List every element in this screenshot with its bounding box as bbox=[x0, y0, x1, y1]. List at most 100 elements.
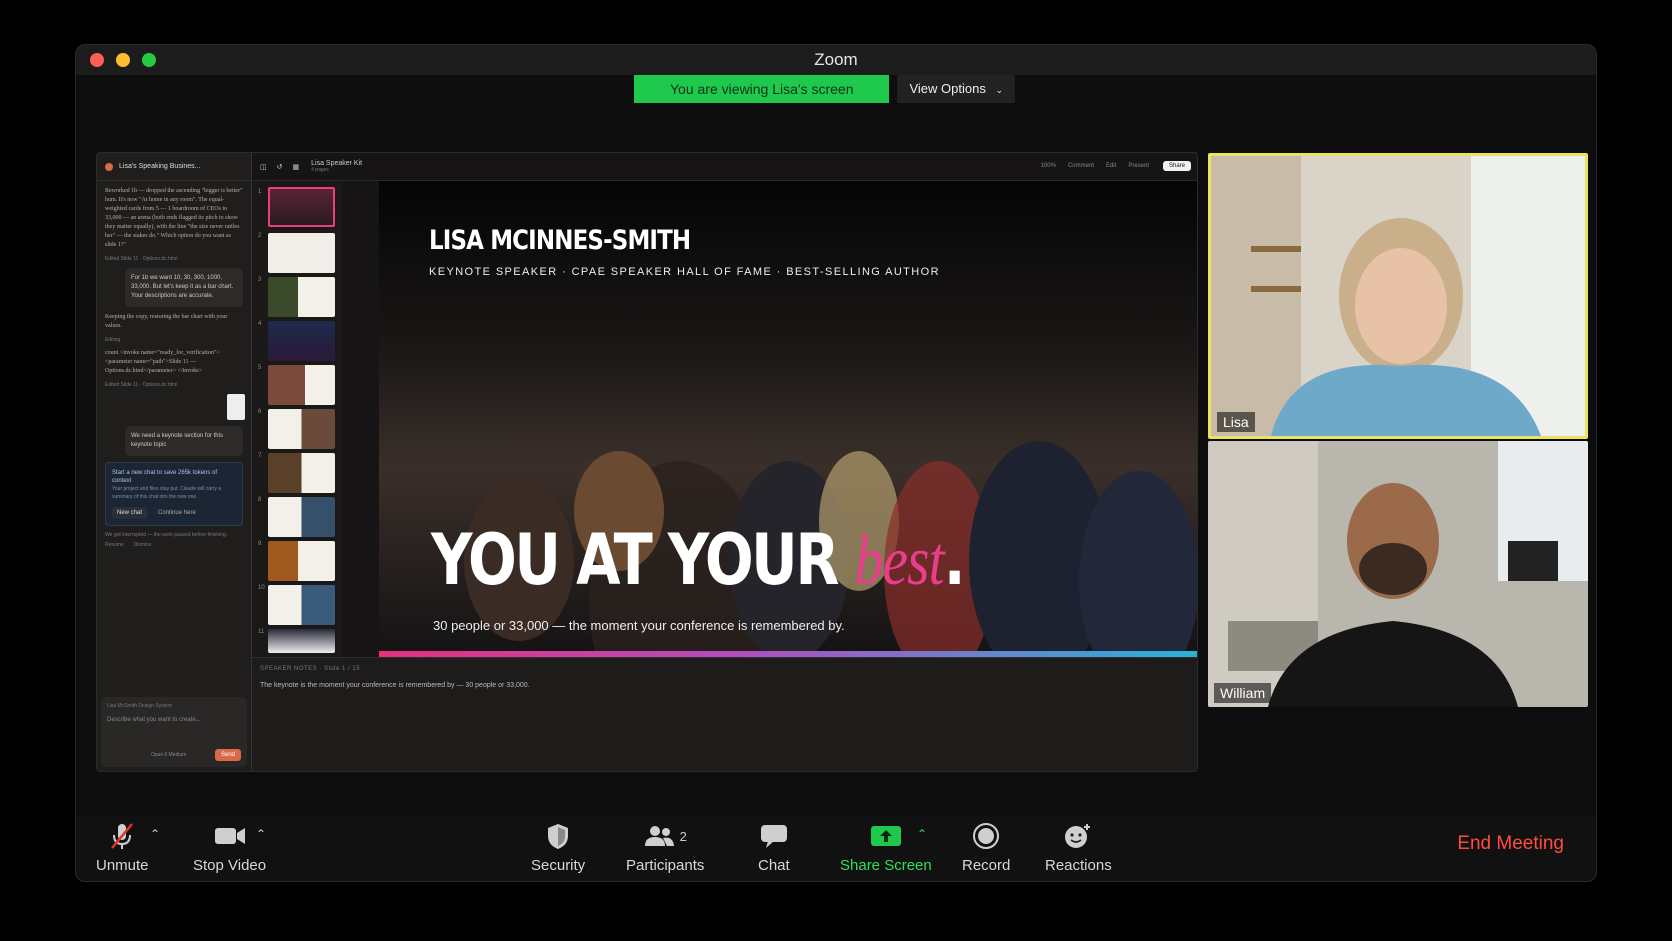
close-window-button[interactable] bbox=[90, 53, 104, 67]
audio-options-caret-icon[interactable]: ⌃ bbox=[150, 827, 160, 841]
participant-name-lisa: Lisa bbox=[1217, 412, 1255, 432]
chat-input-placeholder[interactable]: Describe what you want to create... bbox=[107, 717, 241, 723]
shield-icon bbox=[546, 821, 570, 851]
share-options-caret-icon[interactable]: ⌃ bbox=[917, 827, 927, 841]
edit-meta: Edited Slide 11 · Options.dc.html bbox=[105, 256, 178, 262]
new-chat-button[interactable]: New chat bbox=[112, 507, 148, 519]
thumb-number: 8 bbox=[258, 497, 262, 503]
participants-label: Participants bbox=[626, 857, 705, 874]
chevron-down-icon: ⌄ bbox=[995, 85, 1004, 95]
thumb-number: 5 bbox=[258, 365, 262, 371]
chat-button[interactable]: Chat bbox=[758, 821, 790, 874]
end-meeting-button[interactable]: End Meeting bbox=[1457, 833, 1564, 855]
record-label: Record bbox=[962, 857, 1011, 874]
editing-status: Editing bbox=[105, 337, 121, 343]
minimize-window-button[interactable] bbox=[116, 53, 130, 67]
window-controls bbox=[90, 53, 156, 67]
slide-headline: YOU AT YOUR best. bbox=[431, 519, 966, 602]
zoom-window: Zoom You are viewing Lisa's screen View … bbox=[75, 44, 1597, 882]
share-screen-label: Share Screen bbox=[840, 857, 932, 874]
maximize-window-button[interactable] bbox=[142, 53, 156, 67]
thumb-number: 6 bbox=[258, 409, 262, 415]
security-label: Security bbox=[531, 857, 586, 874]
thumb-number: 11 bbox=[258, 629, 265, 635]
participants-button[interactable]: 2 Participants bbox=[626, 821, 704, 874]
microphone-muted-icon bbox=[109, 821, 135, 851]
chat-label: Chat bbox=[758, 857, 790, 874]
stop-video-label: Stop Video bbox=[193, 857, 267, 874]
editor-toolbar: ◫ ↺ ▦ Lisa Speaker Kit 4 pages 100% Comm… bbox=[252, 153, 1197, 181]
share-button[interactable]: Share bbox=[1162, 161, 1191, 171]
title-bar: Zoom bbox=[76, 45, 1596, 75]
new-chat-notice: Start a new chat to save 265k tokens of … bbox=[105, 462, 243, 526]
slide-caption: 30 people or 33,000 — the moment your co… bbox=[433, 618, 845, 633]
unmute-label: Unmute bbox=[96, 857, 149, 874]
slide-thumbnail[interactable] bbox=[268, 629, 335, 653]
chat-bubble-icon bbox=[760, 821, 788, 851]
slide-thumbnail[interactable] bbox=[268, 365, 335, 405]
continue-here-button[interactable]: Continue here bbox=[153, 507, 201, 519]
document-title: Lisa Speaker Kit bbox=[311, 160, 363, 167]
thumb-number: 1 bbox=[258, 189, 262, 195]
undo-icon[interactable]: ↺ bbox=[277, 163, 283, 171]
view-options-label: View Options bbox=[909, 81, 986, 96]
claude-logo-icon bbox=[105, 162, 113, 171]
slide-thumbnail[interactable] bbox=[268, 233, 335, 273]
model-selector[interactable]: Opus 6 Medium bbox=[151, 752, 186, 758]
present-button[interactable]: Present bbox=[1128, 163, 1149, 169]
screen-share-banner: You are viewing Lisa's screen View Optio… bbox=[634, 75, 1016, 103]
record-button[interactable]: Record bbox=[962, 821, 1010, 874]
slide-thumbnail[interactable] bbox=[268, 541, 335, 581]
shared-screen[interactable]: Lisa's Speaking Busines... Reworked 1b —… bbox=[96, 152, 1198, 772]
slide-thumbnail[interactable] bbox=[268, 453, 335, 493]
speaker-notes[interactable]: SPEAKER NOTES · Slide 1 / 15 The keynote… bbox=[252, 657, 1197, 771]
thumb-number: 4 bbox=[258, 321, 262, 327]
reactions-button[interactable]: Reactions bbox=[1045, 821, 1112, 874]
grid-icon[interactable]: ▦ bbox=[293, 163, 300, 171]
headline-period: . bbox=[943, 519, 966, 601]
send-button[interactable]: Send bbox=[214, 749, 241, 761]
resume-button[interactable]: Resume bbox=[105, 542, 124, 548]
video-tile-lisa[interactable]: Lisa bbox=[1208, 153, 1588, 439]
assistant-message: Reworked 1b — dropped the ascending "big… bbox=[105, 188, 243, 248]
reactions-label: Reactions bbox=[1045, 857, 1112, 874]
security-button[interactable]: Security bbox=[531, 821, 585, 874]
video-camera-icon bbox=[214, 821, 246, 851]
user-message: We need a keynote section for this keyno… bbox=[125, 426, 243, 456]
slide-thumbnail[interactable] bbox=[268, 187, 335, 227]
edit-button[interactable]: Edit bbox=[1106, 163, 1116, 169]
participants-icon: 2 bbox=[644, 821, 687, 851]
slide-thumbnail[interactable] bbox=[268, 409, 335, 449]
current-slide[interactable]: LISA MCINNES-SMITH KEYNOTE SPEAKER · CPA… bbox=[379, 181, 1197, 657]
video-tile-william[interactable]: William bbox=[1208, 441, 1588, 707]
headline-accent: best bbox=[854, 523, 945, 600]
unmute-button[interactable]: Unmute bbox=[96, 821, 149, 874]
window-title: Zoom bbox=[814, 50, 858, 69]
slide-thumbnail[interactable] bbox=[268, 497, 335, 537]
edit-meta: Edited Slide 11 · Options.dc.html bbox=[105, 382, 178, 388]
video-options-caret-icon[interactable]: ⌃ bbox=[256, 827, 266, 841]
dismiss-button[interactable]: Dismiss bbox=[134, 542, 152, 548]
smiley-add-icon bbox=[1063, 821, 1093, 851]
slide-thumbnail[interactable] bbox=[268, 585, 335, 625]
speaker-name: LISA MCINNES-SMITH bbox=[429, 225, 691, 256]
slide-thumbnail[interactable] bbox=[268, 277, 335, 317]
attachment-thumbnail[interactable] bbox=[227, 394, 245, 420]
interrupted-message: We got interrupted — the work paused bef… bbox=[105, 532, 228, 538]
sidebar-toggle-icon[interactable]: ◫ bbox=[260, 163, 267, 171]
william-video bbox=[1208, 441, 1588, 707]
lisa-video bbox=[1211, 156, 1585, 436]
user-message: For 1b we want 10, 30, 300, 1000, 33,000… bbox=[125, 268, 243, 307]
assistant-message: Keeping the copy, restoring the bar char… bbox=[105, 314, 228, 329]
thumb-number: 10 bbox=[258, 585, 265, 591]
chat-project-title: Lisa's Speaking Busines... bbox=[119, 163, 201, 170]
zoom-level[interactable]: 100% bbox=[1041, 163, 1056, 169]
record-icon bbox=[972, 821, 1000, 851]
slide-thumbnail[interactable] bbox=[268, 321, 335, 361]
view-options-button[interactable]: View Options ⌄ bbox=[897, 75, 1016, 103]
slide-editor: ◫ ↺ ▦ Lisa Speaker Kit 4 pages 100% Comm… bbox=[252, 153, 1197, 771]
claude-chat-panel: Lisa's Speaking Busines... Reworked 1b —… bbox=[97, 153, 252, 771]
slide-thumbnails: 1 2 3 4 5 6 7 8 9 10 11 bbox=[252, 181, 342, 657]
comment-button[interactable]: Comment bbox=[1068, 163, 1094, 169]
chat-input-box[interactable]: Lisa McSmith Design System Describe what… bbox=[101, 697, 247, 767]
